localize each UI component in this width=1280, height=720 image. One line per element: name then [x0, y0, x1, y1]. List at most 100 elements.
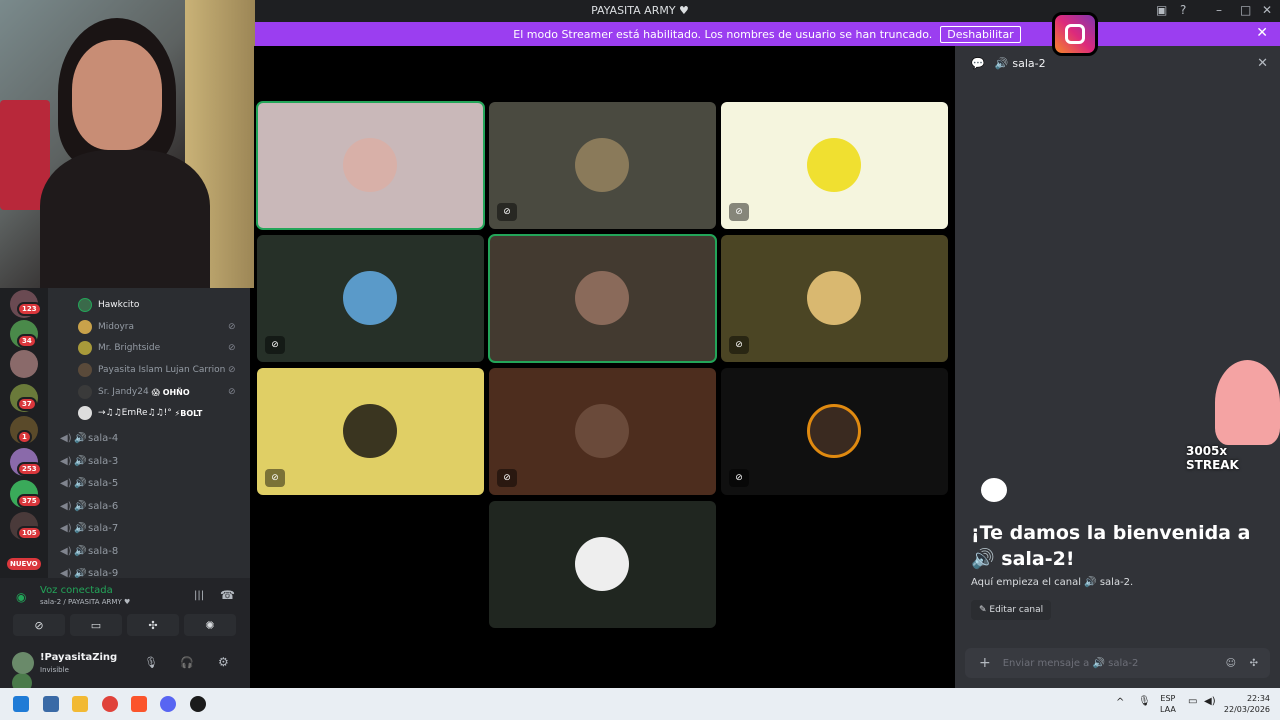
user-avatar[interactable] — [12, 652, 34, 674]
voice-channel[interactable]: ◀) 🔊 sala-9 — [60, 568, 118, 578]
disconnect-icon[interactable]: ☎ — [220, 588, 235, 602]
apps-icon[interactable]: ✣ — [1250, 658, 1258, 669]
voice-status[interactable]: Voz conectada — [40, 585, 113, 596]
discord-icon[interactable] — [160, 696, 176, 712]
chat-welcome-icon — [981, 478, 1007, 502]
network-icon[interactable]: ▭ — [1188, 696, 1197, 707]
speaker-icon: 🔊 — [74, 546, 87, 557]
tray-chevron-icon[interactable]: ^ — [1116, 697, 1124, 708]
voice-member[interactable]: Mr. Brightside — [78, 339, 160, 357]
language-code: ESP — [1160, 694, 1176, 703]
voice-location[interactable]: sala-2 / PAYASITA ARMY ♥ — [40, 598, 130, 606]
microphone-icon[interactable]: 🎙 — [144, 656, 158, 669]
participant-tile[interactable] — [256, 101, 485, 230]
avatar — [575, 404, 629, 458]
participant-tile[interactable]: ⊘ — [721, 368, 948, 495]
activities-button[interactable]: ✣ — [127, 614, 179, 636]
participant-tile[interactable]: ⊘ — [257, 368, 484, 495]
speaker-icon: ◀) — [60, 478, 72, 489]
banner-text: El modo Streamer está habilitado. Los no… — [513, 27, 933, 41]
close-chat-icon[interactable]: ✕ — [1257, 56, 1268, 71]
voice-channel[interactable]: ◀) 🔊 sala-7 — [60, 523, 118, 534]
voice-member[interactable]: Sr. Jandy24 😱 OHÑO — [78, 383, 190, 401]
language-indicator[interactable]: ESP LAA — [1160, 693, 1176, 715]
participant-tile[interactable]: ⊘ — [721, 235, 948, 362]
camera-off-button[interactable]: ⊘ — [13, 614, 65, 636]
close-window-button[interactable]: ✕ — [1262, 3, 1272, 17]
participant-tile[interactable]: ⊘ — [489, 102, 716, 229]
clock-date: 22/03/2026 — [1223, 705, 1270, 714]
voice-member[interactable]: →♫♫EmRe♫♫!° ⚡BOLT — [78, 404, 202, 422]
speaker-icon: ◀) — [60, 501, 72, 512]
channel-name: sala-6 — [88, 501, 119, 512]
avatar — [78, 363, 92, 377]
minimize-button[interactable]: – — [1216, 3, 1222, 17]
screen-share-button[interactable]: ▭ — [70, 614, 122, 636]
participant-tile[interactable] — [489, 501, 716, 628]
webcam-body — [40, 150, 210, 290]
participant-tile[interactable] — [488, 234, 717, 363]
voice-channel[interactable]: ◀) 🔊 sala-6 — [60, 501, 118, 512]
patrick-sticker — [1215, 360, 1280, 445]
member-name: Hawkcito — [98, 300, 140, 310]
avatar — [78, 341, 92, 355]
disable-streamer-button[interactable]: Deshabilitar — [940, 25, 1021, 43]
channel-name: sala-7 — [88, 523, 119, 534]
welcome-subtitle: Aquí empieza el canal 🔊 sala-2. — [971, 577, 1134, 588]
voice-channel[interactable]: ◀) 🔊 sala-4 — [60, 433, 118, 444]
speaker-icon: ◀) — [60, 456, 72, 467]
server-icon[interactable] — [10, 350, 38, 378]
muted-icon: ⊘ — [228, 343, 236, 353]
brave-icon[interactable] — [131, 696, 147, 712]
channel-name: sala-4 — [88, 433, 119, 444]
soundboard-button[interactable]: ✺ — [184, 614, 236, 636]
server-badge: 375 — [17, 494, 42, 508]
voice-channel[interactable]: ◀) 🔊 sala-3 — [60, 456, 118, 467]
volume-icon[interactable]: ◀) — [1204, 696, 1216, 707]
headphones-icon[interactable]: 🎧 — [180, 656, 194, 669]
server-badge: 123 — [17, 302, 42, 316]
user-name[interactable]: !PayasitaZing — [40, 652, 117, 663]
participant-tile[interactable]: ⊘ — [257, 235, 484, 362]
voice-member[interactable]: Hawkcito — [78, 296, 139, 314]
settings-gear-icon[interactable]: ⚙ — [218, 655, 229, 669]
avatar — [78, 298, 92, 312]
edit-channel-button[interactable]: ✎ Editar canal — [971, 600, 1052, 620]
muted-icon: ⊘ — [729, 203, 749, 221]
participant-tile[interactable]: ⊘ — [721, 102, 948, 229]
voice-member[interactable]: Payasita Islam Lujan Carrion — [78, 361, 225, 379]
voice-grid: ⊘ ⊘ ⊘ ⊘ ⊘ ⊘ ⊘ — [254, 46, 954, 688]
server-badge: 253 — [17, 462, 42, 476]
noise-suppression-icon[interactable]: ||| — [194, 590, 204, 601]
member-name: →♫♫EmRe♫♫!° — [98, 408, 172, 418]
task-view-icon[interactable] — [43, 696, 59, 712]
emoji-icon[interactable]: ☺ — [1226, 658, 1236, 669]
system-clock[interactable]: 22:34 22/03/2026 — [1224, 693, 1270, 715]
voice-channel[interactable]: ◀) 🔊 sala-8 — [60, 546, 118, 557]
inbox-icon[interactable]: ▣ — [1156, 3, 1167, 17]
member-name: Payasita Islam Lujan Carrion — [98, 365, 226, 375]
voice-channel[interactable]: ◀) 🔊 sala-5 — [60, 478, 118, 489]
close-banner-icon[interactable]: ✕ — [1256, 25, 1268, 41]
maximize-button[interactable]: □ — [1240, 3, 1251, 17]
speaker-icon: ◀) — [60, 546, 72, 557]
chrome-icon[interactable] — [102, 696, 118, 712]
member-tag: ⚡BOLT — [174, 408, 203, 418]
message-input[interactable]: + Enviar mensaje a 🔊 sala-2 ☺ ✣ — [965, 648, 1270, 678]
voice-member[interactable]: Midoyra — [78, 318, 134, 336]
obs-icon[interactable] — [190, 696, 206, 712]
new-badge[interactable]: NUEVO — [7, 558, 41, 570]
muted-icon: ⊘ — [265, 469, 285, 487]
file-explorer-icon[interactable] — [72, 696, 88, 712]
participant-tile[interactable]: ⊘ — [489, 368, 716, 495]
help-icon[interactable]: ? — [1180, 3, 1186, 17]
speaker-icon: 🔊 — [74, 478, 87, 489]
speaker-icon: 🔊 — [74, 523, 87, 534]
server-badge: 105 — [17, 526, 42, 540]
microphone-tray-icon[interactable]: 🎙 — [1138, 696, 1151, 707]
avatar — [575, 537, 629, 591]
start-button[interactable] — [13, 696, 29, 712]
add-attachment-icon[interactable]: + — [979, 655, 991, 671]
avatar — [343, 271, 397, 325]
windows-taskbar: ^ 🎙 ESP LAA ▭ ◀) 22:34 22/03/2026 — [0, 688, 1280, 720]
